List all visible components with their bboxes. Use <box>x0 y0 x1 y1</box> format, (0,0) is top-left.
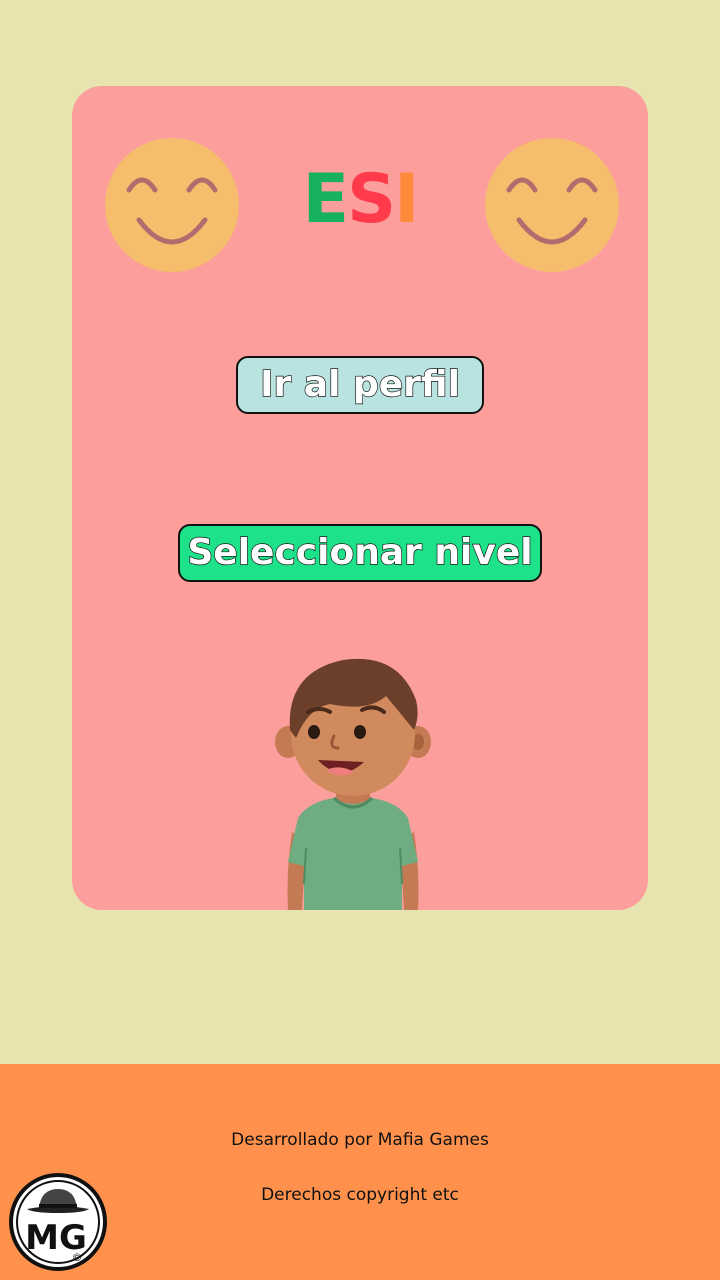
title-letter-s: S <box>347 160 396 239</box>
main-screen: ESI Ir al perfil Seleccionar nivel Desar… <box>0 0 720 1280</box>
mafia-games-logo: MG © <box>9 1173 107 1271</box>
title-letter-e: E <box>302 160 349 239</box>
go-to-profile-button[interactable]: Ir al perfil <box>236 356 484 414</box>
select-level-button[interactable]: Seleccionar nivel <box>178 524 542 582</box>
developer-credit: Desarrollado por Mafia Games <box>231 1130 489 1150</box>
footer: Desarrollado por Mafia Games Derechos co… <box>0 1064 720 1280</box>
menu-card: ESI Ir al perfil Seleccionar nivel <box>72 86 648 910</box>
boy-character-illustration <box>275 658 431 910</box>
title-letter-i: I <box>394 160 419 239</box>
logo-copyright-mark: © <box>72 1251 83 1264</box>
copyright-notice: Derechos copyright etc <box>261 1185 459 1205</box>
smiley-face-icon <box>485 138 619 272</box>
